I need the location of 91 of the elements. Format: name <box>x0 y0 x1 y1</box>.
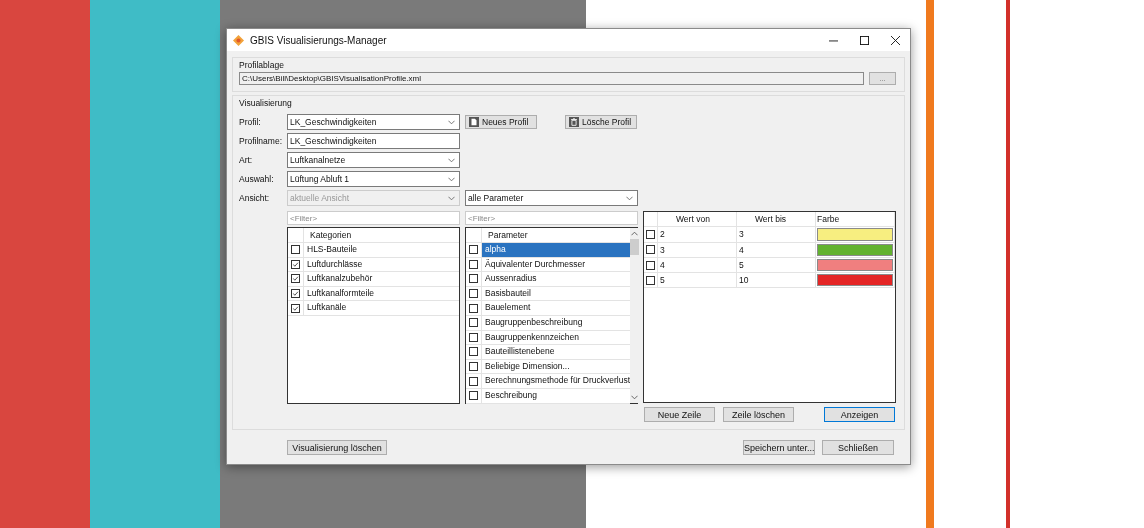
field-label: Art: <box>239 155 254 165</box>
table-cell: 4 <box>737 242 816 257</box>
action-button[interactable]: Zeile löschen <box>723 407 794 422</box>
dropdown[interactable]: LK_Geschwindigkeiten <box>287 114 460 130</box>
parameter-item[interactable]: Beschreibung <box>482 388 631 403</box>
trash-icon <box>569 117 579 127</box>
checkbox[interactable] <box>469 259 478 269</box>
category-item[interactable]: Luftkanalzubehör <box>304 272 459 286</box>
checkbox[interactable] <box>291 303 300 313</box>
parameter-item[interactable]: Bauelement <box>482 301 631 315</box>
checkbox[interactable] <box>469 318 478 328</box>
checkbox[interactable] <box>469 245 478 255</box>
maximize-icon[interactable] <box>860 35 869 45</box>
clear-visualization-button[interactable]: Visualisierung löschen <box>287 440 387 455</box>
scroll-thumb[interactable] <box>630 239 640 255</box>
checkbox[interactable] <box>469 347 478 357</box>
checkbox[interactable] <box>291 274 300 284</box>
field-label: Ansicht: <box>239 193 271 203</box>
filter-field[interactable]: <Filter> <box>465 211 638 225</box>
field-label: Profilname: <box>239 136 282 146</box>
checkbox[interactable] <box>291 289 300 299</box>
dropdown[interactable]: Lüftung Abluft 1 <box>287 171 460 187</box>
checkbox[interactable] <box>469 289 478 299</box>
checkbox[interactable] <box>646 245 655 255</box>
color-swatch[interactable] <box>817 243 893 256</box>
group-legend: Profilablage <box>239 60 896 70</box>
dropdown[interactable]: Luftkanalnetze <box>287 152 460 168</box>
checkbox[interactable] <box>469 332 478 342</box>
group-legend: Visualisierung <box>239 98 896 108</box>
chevron-down-icon <box>448 176 455 182</box>
column-header: Farbe <box>816 212 895 227</box>
chevron-down-icon <box>448 119 455 125</box>
table-cell: 4 <box>658 257 737 273</box>
checkbox[interactable] <box>291 245 300 255</box>
parameter-item[interactable]: Baugruppenkennzeichen <box>482 330 631 345</box>
window-title: GBIS Visualisierungs-Manager <box>250 34 387 46</box>
category-item[interactable]: Luftkanäle <box>304 301 459 315</box>
table-cell: 2 <box>658 227 737 242</box>
close-icon[interactable] <box>891 35 900 45</box>
dialog-button[interactable]: Schließen <box>822 440 894 455</box>
field-label: Auswahl: <box>239 174 275 184</box>
column-header: Wert bis <box>737 212 816 227</box>
checkbox[interactable] <box>646 229 655 239</box>
table-cell: 10 <box>737 273 816 288</box>
scroll-up-icon[interactable] <box>631 231 639 236</box>
action-button[interactable]: Neue Zeile <box>644 407 715 422</box>
dialog-button[interactable]: Speichern unter... <box>743 440 815 455</box>
text-field[interactable]: LK_Geschwindigkeiten <box>287 133 460 149</box>
parameter-item[interactable]: Beliebige Dimension... <box>482 359 631 374</box>
diamond-icon <box>233 34 244 46</box>
table-cell: 5 <box>658 273 737 288</box>
checkbox[interactable] <box>469 303 478 313</box>
scroll-down-icon[interactable] <box>631 395 639 400</box>
column-header: Parameter <box>487 229 528 242</box>
delete-profile-button[interactable]: Lösche Profil <box>565 115 637 129</box>
page-icon <box>469 117 479 127</box>
scrollbar[interactable] <box>630 228 640 403</box>
action-button[interactable]: Anzeigen <box>824 407 895 422</box>
checkbox[interactable] <box>469 274 478 284</box>
checkbox[interactable] <box>291 259 300 269</box>
parameter-item[interactable]: Äquivalenter Durchmesser <box>482 257 631 272</box>
checkbox[interactable] <box>469 362 478 372</box>
field-label: Profil: <box>239 117 262 127</box>
column-header: Kategorien <box>309 229 352 242</box>
color-swatch[interactable] <box>817 274 893 287</box>
category-item[interactable]: Luftkanalformteile <box>304 286 459 301</box>
table-cell: 5 <box>737 257 816 273</box>
color-swatch[interactable] <box>817 228 893 241</box>
parameter-item[interactable]: Basisbauteil <box>482 286 631 301</box>
checkbox[interactable] <box>646 260 655 270</box>
column-header: Wert von <box>658 212 737 227</box>
parameter-item[interactable]: Berechnungsmethode für Druckverlust <box>482 374 631 388</box>
path-field[interactable]: C:\Users\Bill\Desktop\GBISVisualisationProfile.xml <box>239 72 865 85</box>
table-cell: 3 <box>737 227 816 242</box>
chevron-down-icon <box>448 157 455 163</box>
color-swatch[interactable] <box>817 258 893 272</box>
parameter-item[interactable]: Baugruppenbeschreibung <box>482 315 631 330</box>
filter-field[interactable]: <Filter> <box>287 211 460 225</box>
checkbox[interactable] <box>469 391 478 401</box>
category-item[interactable]: Luftdurchlässe <box>304 257 459 272</box>
new-profile-button[interactable]: Neues Profil <box>465 115 537 129</box>
category-item[interactable]: HLS-Bauteile <box>304 243 459 257</box>
dropdown[interactable]: alle Parameter <box>465 190 638 206</box>
parameter-item[interactable]: Aussenradius <box>482 272 631 286</box>
chevron-down-icon <box>448 195 455 201</box>
chevron-down-icon <box>626 195 633 201</box>
checkbox[interactable] <box>646 275 655 285</box>
checkbox[interactable] <box>469 376 478 386</box>
parameter-item[interactable]: alpha <box>482 243 631 257</box>
table-cell: 3 <box>658 242 737 257</box>
parameter-item[interactable]: Bauteillistenebene <box>482 345 631 359</box>
